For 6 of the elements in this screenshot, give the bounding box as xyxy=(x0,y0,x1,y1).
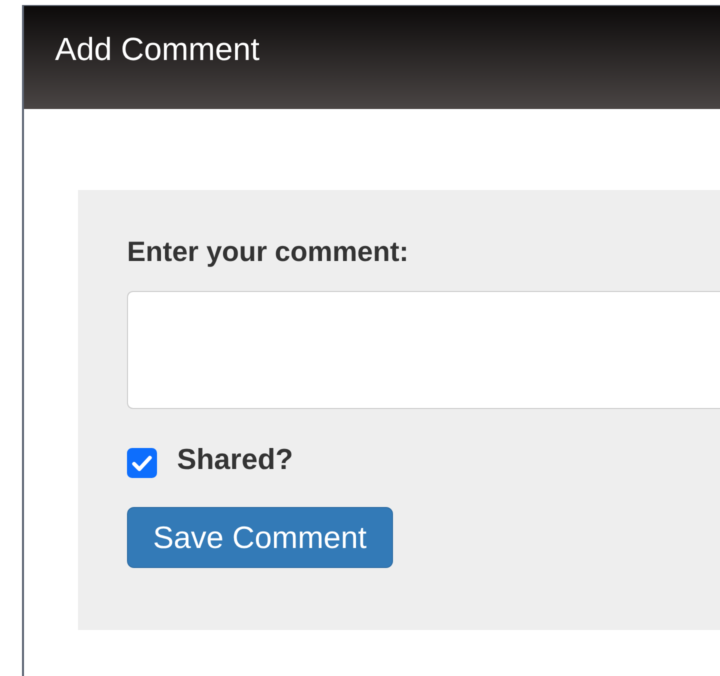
checkbox[interactable] xyxy=(127,448,157,478)
checkbox-label: Shared? xyxy=(177,443,294,477)
comment-field[interactable] xyxy=(127,291,720,409)
field-label: Enter your comment: xyxy=(127,236,409,268)
save-button[interactable]: Save Comment xyxy=(127,507,393,568)
window-title: Add Comment xyxy=(55,31,260,67)
